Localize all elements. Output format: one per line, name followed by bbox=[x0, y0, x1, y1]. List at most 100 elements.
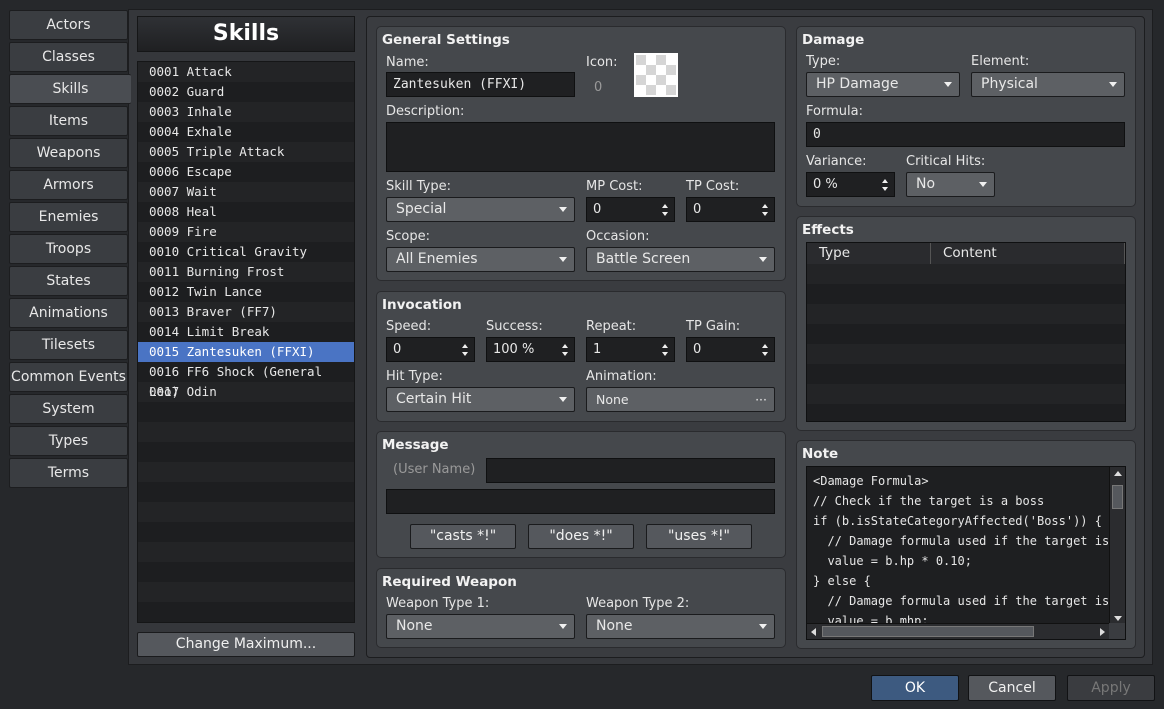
mp-cost-spinner[interactable]: 0 bbox=[586, 197, 675, 222]
list-item[interactable]: 0010 Critical Gravity bbox=[138, 242, 354, 262]
tab-animations[interactable]: Animations bbox=[9, 298, 128, 328]
list-item-empty[interactable] bbox=[138, 542, 354, 562]
list-item[interactable]: 0014 Limit Break bbox=[138, 322, 354, 342]
does-button[interactable]: "does *!" bbox=[528, 524, 634, 549]
list-item-empty[interactable] bbox=[138, 402, 354, 422]
effects-col-type[interactable]: Type bbox=[807, 243, 931, 264]
weapon-type2-select[interactable]: None bbox=[586, 614, 775, 639]
list-item[interactable]: 0001 Attack bbox=[138, 62, 354, 82]
tab-armors[interactable]: Armors bbox=[9, 170, 128, 200]
critical-hits-select[interactable]: No bbox=[906, 172, 995, 197]
spin-up-icon[interactable] bbox=[882, 179, 888, 183]
effects-row[interactable] bbox=[807, 384, 1125, 404]
tab-weapons[interactable]: Weapons bbox=[9, 138, 128, 168]
tab-common-events[interactable]: Common Events bbox=[9, 362, 128, 392]
spin-down-icon[interactable] bbox=[562, 352, 568, 356]
effects-row[interactable] bbox=[807, 404, 1125, 421]
skill-type-select[interactable]: Special bbox=[386, 197, 575, 222]
spin-down-icon[interactable] bbox=[462, 352, 468, 356]
spin-down-icon[interactable] bbox=[662, 212, 668, 216]
hit-type-select[interactable]: Certain Hit bbox=[386, 387, 575, 412]
list-item[interactable]: 0002 Guard bbox=[138, 82, 354, 102]
repeat-spinner[interactable]: 1 bbox=[586, 337, 675, 362]
effects-row[interactable] bbox=[807, 324, 1125, 344]
scroll-up-icon[interactable] bbox=[1114, 471, 1122, 476]
list-item-empty[interactable] bbox=[138, 442, 354, 462]
effects-col-content[interactable]: Content bbox=[931, 243, 1125, 264]
spin-up-icon[interactable] bbox=[662, 204, 668, 208]
tab-types[interactable]: Types bbox=[9, 426, 128, 456]
scroll-thumb-horizontal[interactable] bbox=[822, 626, 1034, 637]
list-item-empty[interactable] bbox=[138, 502, 354, 522]
list-item-empty[interactable] bbox=[138, 482, 354, 502]
tab-actors[interactable]: Actors bbox=[9, 10, 128, 40]
scroll-left-icon[interactable] bbox=[811, 628, 816, 636]
list-item[interactable]: 0015 Zantesuken (FFXI) bbox=[138, 342, 354, 362]
skill-icon-picker[interactable] bbox=[634, 53, 678, 97]
tab-tilesets[interactable]: Tilesets bbox=[9, 330, 128, 360]
list-item-empty[interactable] bbox=[138, 562, 354, 582]
list-item-empty[interactable] bbox=[138, 582, 354, 602]
tab-classes[interactable]: Classes bbox=[9, 42, 128, 72]
tab-items[interactable]: Items bbox=[9, 106, 128, 136]
scroll-right-icon[interactable] bbox=[1100, 628, 1105, 636]
effects-row[interactable] bbox=[807, 344, 1125, 364]
name-input[interactable]: Zantesuken (FFXI) bbox=[386, 72, 575, 97]
list-item[interactable]: 0007 Wait bbox=[138, 182, 354, 202]
tab-terms[interactable]: Terms bbox=[9, 458, 128, 488]
list-item-empty[interactable] bbox=[138, 422, 354, 442]
animation-picker[interactable]: None ··· bbox=[586, 387, 775, 412]
list-item[interactable]: 0016 FF6 Shock (General Leo) bbox=[138, 362, 354, 399]
formula-input[interactable]: 0 bbox=[806, 122, 1125, 147]
success-spinner[interactable]: 100 % bbox=[486, 337, 575, 362]
spin-up-icon[interactable] bbox=[762, 344, 768, 348]
tab-enemies[interactable]: Enemies bbox=[9, 202, 128, 232]
effects-row[interactable] bbox=[807, 264, 1125, 284]
ok-button[interactable]: OK bbox=[871, 675, 959, 701]
occasion-select[interactable]: Battle Screen bbox=[586, 247, 775, 272]
list-item-empty[interactable] bbox=[138, 462, 354, 482]
uses-button[interactable]: "uses *!" bbox=[646, 524, 752, 549]
spin-up-icon[interactable] bbox=[462, 344, 468, 348]
effects-row[interactable] bbox=[807, 364, 1125, 384]
list-item-empty[interactable] bbox=[138, 602, 354, 622]
description-input[interactable] bbox=[386, 122, 775, 172]
tab-system[interactable]: System bbox=[9, 394, 128, 424]
casts-button[interactable]: "casts *!" bbox=[410, 524, 516, 549]
tp-gain-spinner[interactable]: 0 bbox=[686, 337, 775, 362]
list-item[interactable]: 0012 Twin Lance bbox=[138, 282, 354, 302]
list-item[interactable]: 0003 Inhale bbox=[138, 102, 354, 122]
speed-spinner[interactable]: 0 bbox=[386, 337, 475, 362]
element-select[interactable]: Physical bbox=[971, 72, 1125, 97]
scroll-thumb[interactable] bbox=[1112, 485, 1123, 509]
effects-row[interactable] bbox=[807, 284, 1125, 304]
note-textarea[interactable]: <Damage Formula> // Check if the target i… bbox=[806, 466, 1126, 640]
cancel-button[interactable]: Cancel bbox=[968, 675, 1056, 701]
weapon-type1-select[interactable]: None bbox=[386, 614, 575, 639]
tab-states[interactable]: States bbox=[9, 266, 128, 296]
list-item[interactable]: 0005 Triple Attack bbox=[138, 142, 354, 162]
effects-row[interactable] bbox=[807, 304, 1125, 324]
message-line2-input[interactable] bbox=[386, 489, 775, 514]
spin-down-icon[interactable] bbox=[762, 352, 768, 356]
list-item[interactable]: 0009 Fire bbox=[138, 222, 354, 242]
spin-up-icon[interactable] bbox=[662, 344, 668, 348]
horizontal-scrollbar[interactable] bbox=[807, 623, 1109, 639]
spin-up-icon[interactable] bbox=[762, 204, 768, 208]
apply-button[interactable]: Apply bbox=[1067, 675, 1155, 701]
scope-select[interactable]: All Enemies bbox=[386, 247, 575, 272]
list-item-empty[interactable] bbox=[138, 522, 354, 542]
list-item[interactable]: 0017 Odin bbox=[138, 382, 354, 402]
spin-down-icon[interactable] bbox=[762, 212, 768, 216]
variance-spinner[interactable]: 0 % bbox=[806, 172, 895, 197]
scroll-down-icon[interactable] bbox=[1114, 616, 1122, 621]
message-line1-input[interactable] bbox=[486, 458, 775, 483]
list-item[interactable]: 0011 Burning Frost bbox=[138, 262, 354, 282]
spin-down-icon[interactable] bbox=[662, 352, 668, 356]
tp-cost-spinner[interactable]: 0 bbox=[686, 197, 775, 222]
list-item[interactable]: 0008 Heal bbox=[138, 202, 354, 222]
list-item[interactable]: 0004 Exhale bbox=[138, 122, 354, 142]
skill-list[interactable]: 0001 Attack 0002 Guard 0003 Inhale 0004 Exh… bbox=[137, 61, 355, 623]
spin-down-icon[interactable] bbox=[882, 187, 888, 191]
tab-troops[interactable]: Troops bbox=[9, 234, 128, 264]
